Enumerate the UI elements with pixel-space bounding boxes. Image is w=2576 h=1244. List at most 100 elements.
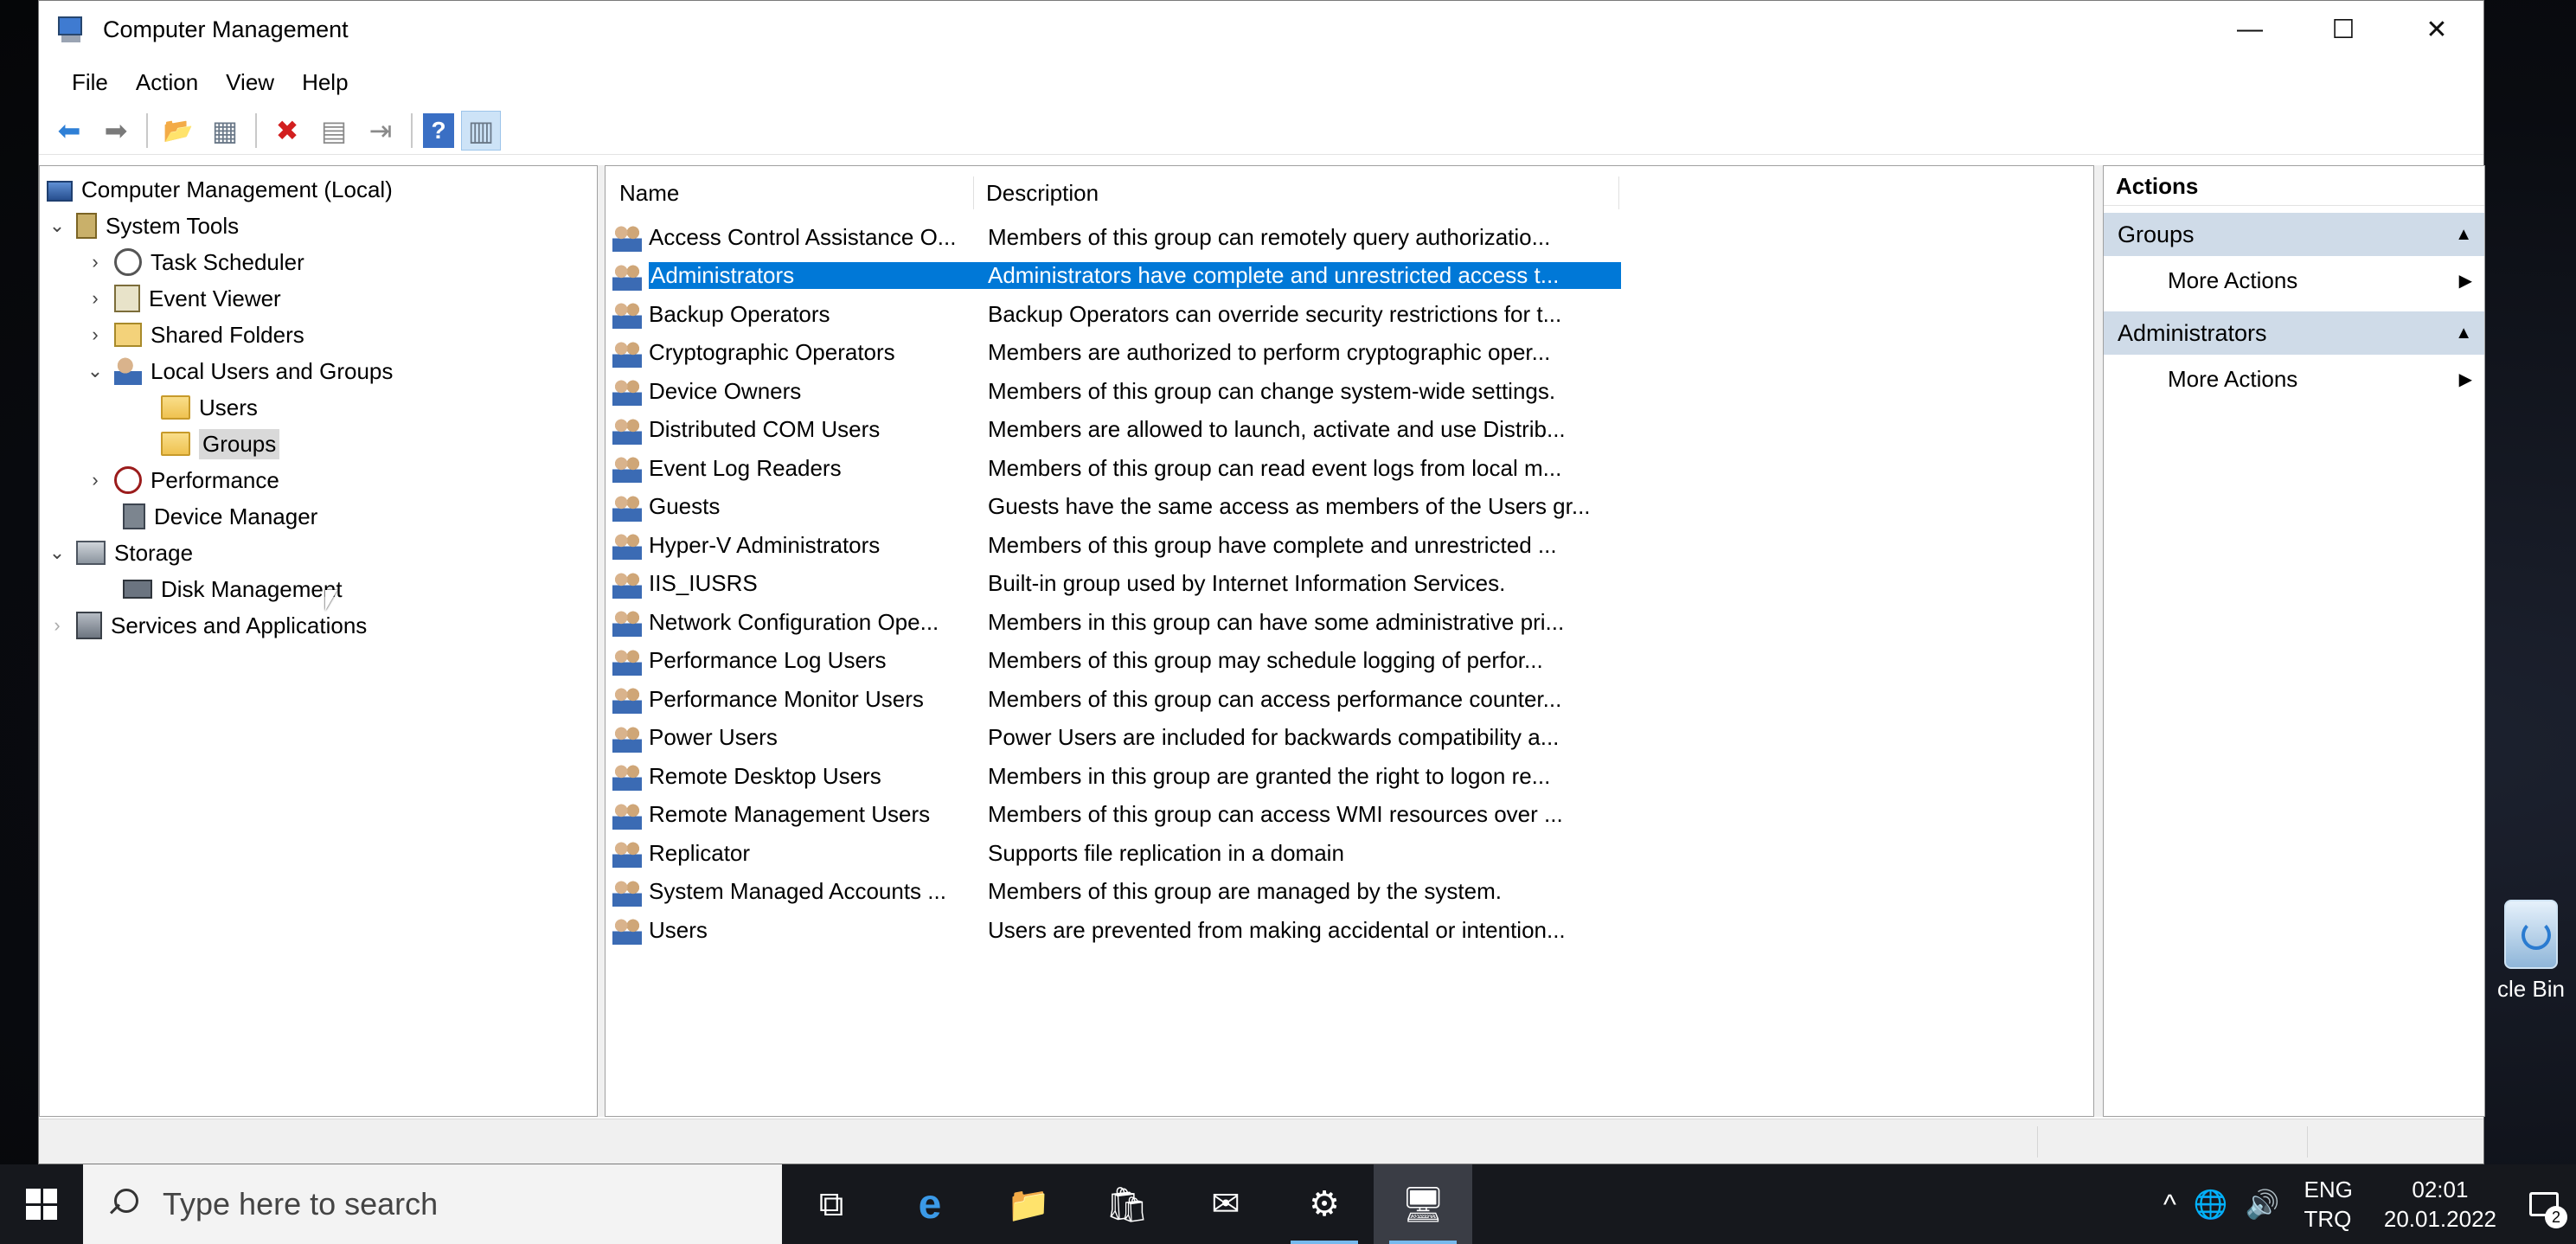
table-row[interactable]: Users Users are prevented from making acc… [612,911,1621,949]
edge-button[interactable]: e [881,1164,979,1244]
tree-label-storage: Storage [114,539,194,566]
settings-gear-icon: ⚙ [1309,1185,1340,1223]
tree-node-root[interactable]: Computer Management (Local) [47,171,393,208]
microsoft-store-button[interactable]: 🛍 [1078,1164,1176,1244]
table-row[interactable]: Hyper-V Administrators Members of this gr… [612,526,1621,564]
minimize-button[interactable]: — [2203,1,2297,58]
table-row[interactable]: Cryptographic Operators Members are autho… [612,334,1621,372]
expand-chevron-icon[interactable]: › [85,469,106,491]
group-description: Members are authorized to perform crypto… [988,339,1551,365]
properties-button[interactable]: ▤ [314,111,354,151]
back-button[interactable]: ⬅ [49,111,89,151]
taskbar-clock[interactable]: 02:01 20.01.2022 [2368,1175,2512,1234]
toolbar-separator [255,112,257,148]
table-row[interactable]: System Managed Accounts ... Members of th… [612,873,1621,911]
group-description: Members of this group can change system-… [988,377,1556,404]
help-button[interactable]: ? [423,112,454,148]
input-language-indicator[interactable]: ENG TRQ [2289,1175,2368,1234]
tree-node-event-viewer[interactable]: › Event Viewer [85,280,281,317]
forward-button[interactable]: ➡ [96,111,136,151]
column-header-description[interactable]: Description [974,176,1619,209]
tree-node-services-apps[interactable]: › Services and Applications [47,607,367,644]
group-description: Users are prevented from making accident… [988,916,1566,943]
group-name: Cryptographic Operators [649,339,895,365]
group-name: Device Owners [649,377,802,404]
mail-button[interactable]: ✉ [1176,1164,1275,1244]
collapse-chevron-icon[interactable]: ⌄ [47,215,67,236]
group-icon [612,722,642,753]
table-row[interactable]: Performance Monitor Users Members of this… [612,680,1621,718]
recycle-bin-shortcut[interactable]: cle Bin [2488,900,2574,1003]
tree-label-groups: Groups [199,428,280,459]
menu-view[interactable]: View [212,69,288,96]
taskbar-search-box[interactable]: Type here to search [83,1164,782,1244]
tree-node-shared-folders[interactable]: › Shared Folders [85,317,304,353]
table-row[interactable]: Access Control Assistance O... Members of… [612,218,1621,256]
expand-chevron-icon[interactable]: › [85,251,106,273]
more-actions-administrators[interactable]: More Actions ▶ [2104,355,2484,403]
actions-section-label: Groups [2118,221,2195,247]
tree-node-disk-management[interactable]: Disk Management [123,571,343,607]
volume-icon[interactable]: 🔊 [2237,1188,2289,1221]
group-name: IIS_IUSRS [649,570,758,596]
export-list-button[interactable]: ⇥ [361,111,400,151]
group-name: Power Users [649,724,778,750]
up-one-level-button[interactable]: 📂 [158,111,198,151]
collapse-triangle-icon: ▲ [2455,323,2472,343]
status-bar [39,1119,2483,1164]
action-center-button[interactable]: 2 [2512,1164,2576,1244]
menu-action[interactable]: Action [122,69,212,96]
expand-chevron-icon[interactable]: › [47,614,67,636]
actions-section-groups[interactable]: Groups ▲ [2104,213,2484,256]
table-row[interactable]: Network Configuration Ope... Members in t… [612,603,1621,641]
menu-file[interactable]: File [58,69,122,96]
title-bar[interactable]: Computer Management — ☐ ✕ [39,1,2483,58]
menu-help[interactable]: Help [288,69,362,96]
group-description: Members of this group may schedule loggi… [988,647,1543,673]
table-row[interactable]: IIS_IUSRS Built-in group used by Internet… [612,565,1621,603]
start-button[interactable] [0,1164,83,1244]
tree-node-task-scheduler[interactable]: › Task Scheduler [85,244,304,280]
maximize-button[interactable]: ☐ [2297,1,2390,58]
search-placeholder: Type here to search [163,1186,439,1222]
collapse-chevron-icon[interactable]: ⌄ [85,360,106,382]
settings-button[interactable]: ⚙ [1275,1164,1374,1244]
task-view-button[interactable]: ⧉ [782,1164,881,1244]
tree-node-device-manager[interactable]: Device Manager [123,498,317,535]
tree-node-users[interactable]: Users [161,389,258,426]
table-row[interactable]: Remote Desktop Users Members in this grou… [612,757,1621,795]
show-hidden-icons-chevron-icon[interactable]: ^ [2155,1189,2185,1221]
table-row[interactable]: Guests Guests have the same access as mem… [612,488,1621,526]
table-row[interactable]: Performance Log Users Members of this gro… [612,642,1621,680]
delete-button[interactable]: ✖ [267,111,307,151]
table-row[interactable]: Backup Operators Backup Operators can ove… [612,295,1621,333]
tree-node-performance[interactable]: › Performance [85,462,279,498]
table-row[interactable]: Device Owners Members of this group can c… [612,372,1621,410]
more-actions-groups[interactable]: More Actions ▶ [2104,256,2484,305]
expand-chevron-icon[interactable]: › [85,287,106,309]
column-header-name[interactable]: Name [606,176,974,209]
group-icon [612,453,642,483]
tree-node-local-users-groups[interactable]: ⌄ Local Users and Groups [85,353,393,389]
table-row[interactable]: Distributed COM Users Members are allowed… [612,411,1621,449]
table-row[interactable]: Power Users Power Users are included for … [612,719,1621,757]
table-row[interactable]: Administrators Administrators have comple… [612,257,1621,295]
show-hide-action-pane-button[interactable]: ▥ [461,110,501,151]
table-row[interactable]: Replicator Supports file replication in a… [612,834,1621,872]
group-icon [612,222,642,252]
group-name: Distributed COM Users [649,416,881,442]
show-hide-console-tree-button[interactable]: ▦ [205,111,245,151]
group-description: Members of this group can read event log… [988,454,1562,481]
table-row[interactable]: Remote Management Users Members of this g… [612,796,1621,834]
network-icon[interactable]: 🌐 [2185,1188,2237,1221]
tree-node-system-tools[interactable]: ⌄ System Tools [47,208,239,244]
collapse-chevron-icon[interactable]: ⌄ [47,542,67,563]
file-explorer-button[interactable]: 📁 [979,1164,1078,1244]
expand-chevron-icon[interactable]: › [85,324,106,345]
table-row[interactable]: Event Log Readers Members of this group c… [612,449,1621,487]
tree-node-groups[interactable]: Groups [161,426,280,462]
close-button[interactable]: ✕ [2390,1,2483,58]
computer-management-taskbar-button[interactable]: 🖥 [1374,1164,1472,1244]
actions-section-administrators[interactable]: Administrators ▲ [2104,311,2484,355]
tree-node-storage[interactable]: ⌄ Storage [47,535,193,571]
